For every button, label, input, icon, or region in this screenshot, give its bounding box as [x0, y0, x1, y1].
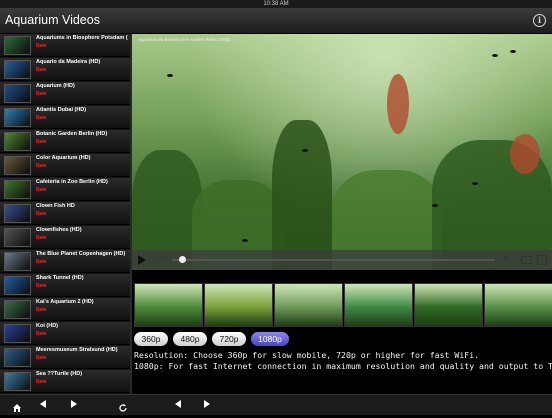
new-badge: New [36, 91, 47, 97]
thumbnail-2[interactable] [204, 283, 273, 327]
new-badge: New [36, 259, 47, 265]
resolution-720p-button[interactable]: 720p [212, 332, 246, 346]
new-badge: New [36, 355, 47, 361]
refresh-icon[interactable] [118, 400, 128, 412]
list-item[interactable]: Aquariums in Biosphere Potsdam (HD) New [0, 34, 130, 57]
video-thumbnail [4, 84, 31, 103]
home-icon[interactable] [12, 400, 22, 412]
info-icon[interactable]: i [533, 14, 546, 27]
video-thumbnail [4, 228, 31, 247]
progress-track[interactable] [172, 259, 495, 261]
list-item-title: Meeresmuseum Stralsund (HD) [36, 347, 118, 353]
progress-knob[interactable] [178, 256, 186, 263]
video-thumbnail [4, 108, 31, 127]
list-item[interactable]: Cafeteria in Zoo Berlin (HD) New [0, 178, 130, 201]
fullscreen-icon[interactable] [537, 255, 547, 265]
thumbnail-5[interactable] [414, 283, 483, 327]
list-item-title: Sea ??Turtle (HD) [36, 371, 83, 377]
list-item[interactable]: Aquario da Madeira (HD) New [0, 58, 130, 81]
list-item[interactable]: The Blue Planet Copenhagen (HD) New [0, 250, 130, 273]
new-badge: New [36, 139, 47, 145]
video-thumbnail [4, 372, 31, 391]
list-item[interactable]: Color Aquarium (HD) New [0, 154, 130, 177]
video-thumbnail [4, 276, 31, 295]
new-badge: New [36, 43, 47, 49]
new-badge: New [36, 115, 47, 121]
new-badge: New [36, 235, 47, 241]
video-thumbnail [4, 156, 31, 175]
list-item[interactable]: Shark Tunnel (HD) New [0, 274, 130, 297]
video-thumbnail [4, 60, 31, 79]
list-item-title: Clownfishes (HD) [36, 227, 82, 233]
page-title: Aquarium Videos [5, 13, 100, 27]
new-badge: New [36, 379, 47, 385]
video-list[interactable]: Aquariums in Biosphere Potsdam (HD) New Aq… [0, 34, 132, 394]
thumbnail-6[interactable] [484, 283, 552, 327]
list-item-title: Aquario da Madeira (HD) [36, 59, 101, 65]
list-item-title: Cafeteria in Zoo Berlin (HD) [36, 179, 108, 185]
video-title: Aquarium im Botanischen Garten Berlin 10… [138, 37, 231, 42]
video-thumbnail [4, 252, 31, 271]
list-item[interactable]: Sea ??Turtle (HD) New [0, 370, 130, 393]
list-item[interactable]: Clown Fish HD New [0, 202, 130, 225]
list-item-title: Koi (HD) [36, 323, 58, 329]
description-line-1: Resolution: Choose 360p for slow mobile,… [134, 350, 480, 360]
resolution-480p-button[interactable]: 480p [173, 332, 207, 346]
description-line-2: 1080p: For fast Internet connection in m… [134, 361, 552, 371]
list-item[interactable]: Meeresmuseum Stralsund (HD) New [0, 346, 130, 369]
resolution-description: Resolution: Choose 360p for slow mobile,… [134, 350, 552, 372]
thumbnail-3[interactable] [274, 283, 343, 327]
new-badge: New [36, 67, 47, 73]
list-item[interactable]: Clownfishes (HD) New [0, 226, 130, 249]
video-player[interactable]: Aquarium im Botanischen Garten Berlin 10… [132, 34, 552, 270]
video-thumbnail [4, 348, 31, 367]
list-item-title: Botanic Garden Berlin (HD) [36, 131, 108, 137]
list-item[interactable]: Kai's Aquarium 2 (HD) New [0, 298, 130, 321]
list-item[interactable]: Botanic Garden Berlin (HD) New [0, 130, 130, 153]
new-badge: New [36, 187, 47, 193]
back-icon[interactable] [40, 400, 50, 410]
list-item-title: The Blue Planet Copenhagen (HD) [36, 251, 126, 257]
list-item[interactable]: Atlantis Dubai (HD) New [0, 106, 130, 129]
status-bar: 10:38 AM [0, 0, 552, 8]
time-elapsed: 0:10 [156, 256, 166, 262]
list-item-title: Shark Tunnel (HD) [36, 275, 84, 281]
new-badge: New [36, 211, 47, 217]
forward-icon[interactable] [71, 400, 81, 410]
video-thumbnail [4, 132, 31, 151]
list-item-title: Aquariums in Biosphere Potsdam (HD) [36, 35, 128, 41]
new-badge: New [36, 283, 47, 289]
time-remaining: -1:03 [498, 256, 510, 262]
next-icon[interactable] [204, 400, 214, 410]
list-item-title: Color Aquarium (HD) [36, 155, 91, 161]
list-item-title: Kai's Aquarium 2 (HD) [36, 299, 94, 305]
list-item[interactable]: Aquarium (HD) New [0, 82, 130, 105]
list-item-title: Aquarium (HD) [36, 83, 75, 89]
thumbnail-4[interactable] [344, 283, 413, 327]
video-thumbnail [4, 36, 31, 55]
bottom-toolbar [0, 394, 552, 415]
list-item-title: Clown Fish HD [36, 203, 75, 209]
main-content: Aquarium im Botanischen Garten Berlin 10… [132, 34, 552, 394]
video-thumbnail [4, 300, 31, 319]
new-badge: New [36, 163, 47, 169]
list-item[interactable]: Koi (HD) New [0, 322, 130, 345]
play-icon[interactable] [138, 255, 146, 265]
prev-icon[interactable] [175, 400, 185, 410]
video-thumbnail [4, 204, 31, 223]
thumbnail-1[interactable] [134, 283, 203, 327]
list-item-title: Atlantis Dubai (HD) [36, 107, 87, 113]
status-time: 10:38 AM [263, 1, 289, 7]
resolution-360p-button[interactable]: 360p [134, 332, 168, 346]
video-thumbnail [4, 180, 31, 199]
video-thumbnail [4, 324, 31, 343]
player-controls: 0:10 -1:03 [132, 250, 552, 270]
new-badge: New [36, 331, 47, 337]
video-thumbnails [132, 283, 552, 327]
new-badge: New [36, 307, 47, 313]
resolution-1080p-button[interactable]: 1080p [251, 332, 289, 346]
airplay-icon[interactable] [521, 256, 532, 264]
navigation-bar: Aquarium Videos i [0, 8, 552, 34]
